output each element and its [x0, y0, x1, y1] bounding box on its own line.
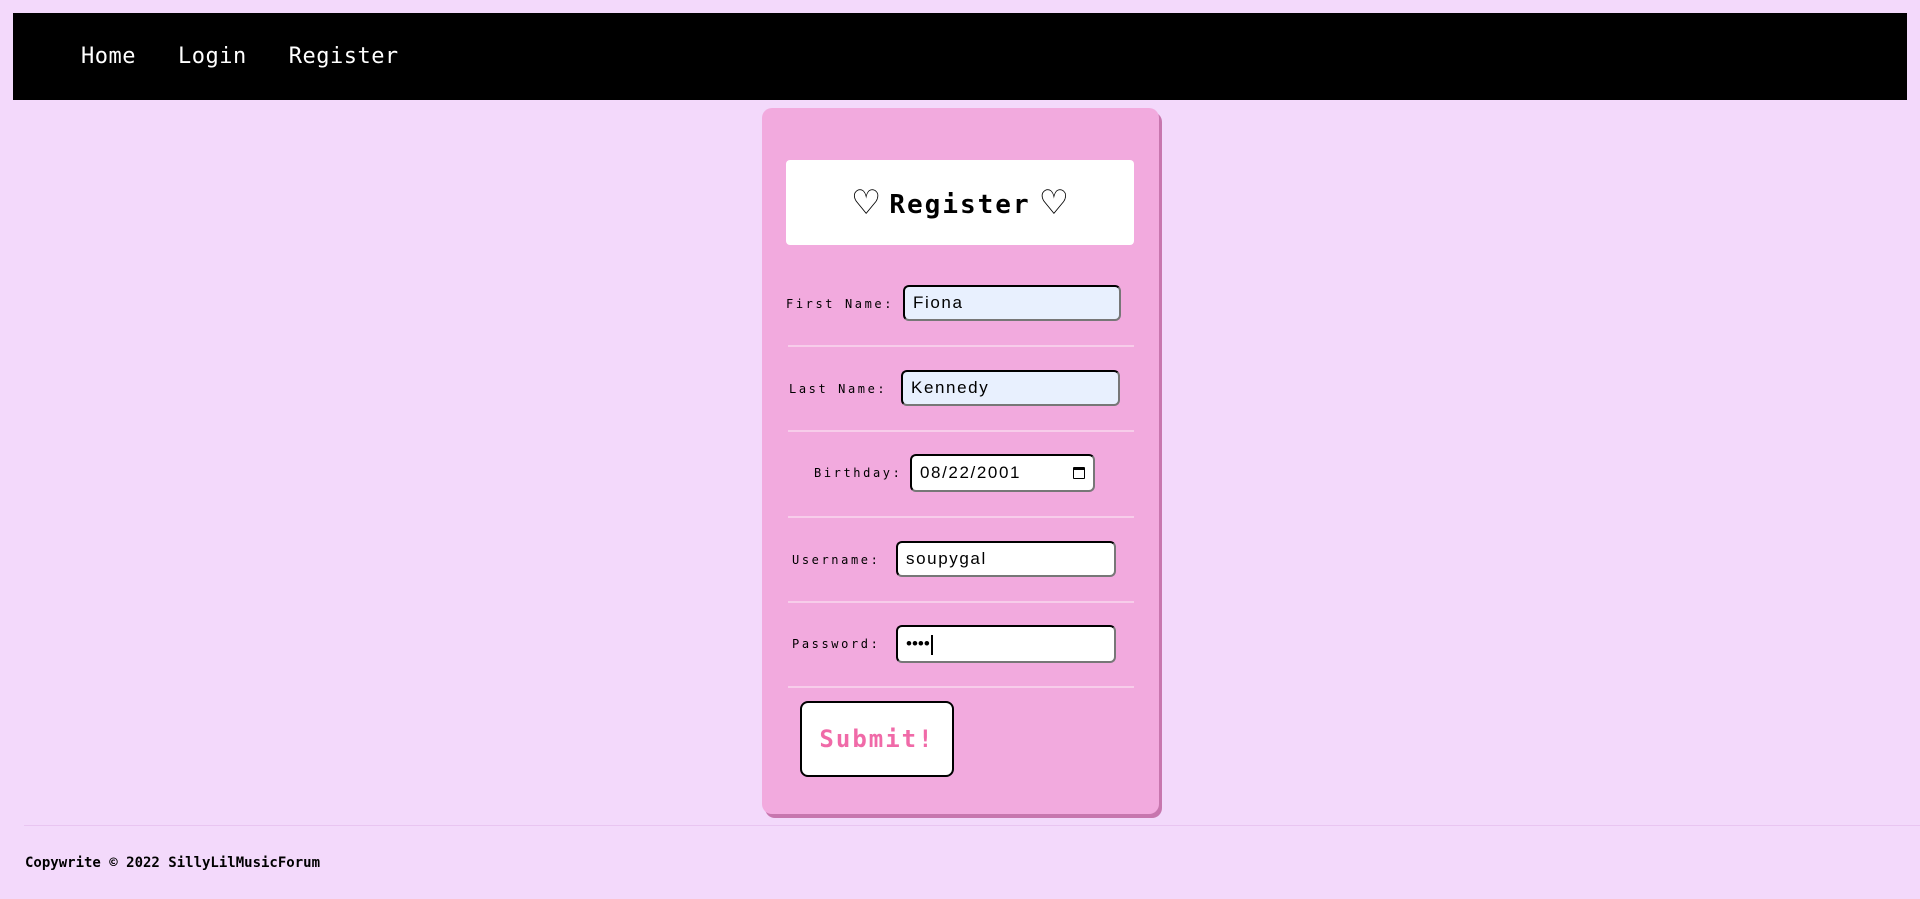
heart-icon: ♡: [1038, 182, 1070, 223]
divider: [788, 516, 1134, 518]
last-name-field[interactable]: [901, 370, 1120, 406]
birthday-field[interactable]: 08/22/2001: [910, 454, 1095, 492]
divider: [788, 345, 1134, 347]
divider: [788, 430, 1134, 432]
username-row: Username:: [786, 541, 1134, 581]
register-title: Register: [889, 189, 1031, 220]
heart-icon: ♡: [850, 182, 882, 223]
nav-home-link[interactable]: Home: [81, 44, 136, 69]
first-name-row: First Name:: [786, 285, 1134, 325]
nav-register-link[interactable]: Register: [289, 44, 399, 69]
username-label: Username:: [792, 553, 881, 567]
last-name-row: Last Name:: [786, 370, 1134, 410]
first-name-label: First Name:: [786, 297, 895, 311]
register-card: ♡ Register ♡ First Name: Last Name: Birt…: [762, 108, 1159, 814]
password-value: ••••: [906, 634, 930, 653]
register-header: ♡ Register ♡: [786, 160, 1134, 245]
submit-button[interactable]: Submit!: [800, 701, 954, 777]
divider: [788, 601, 1134, 603]
password-label: Password:: [792, 637, 881, 651]
footer-divider: [24, 825, 1920, 826]
birthday-value: 08/22/2001: [920, 463, 1022, 482]
nav-login-link[interactable]: Login: [178, 44, 247, 69]
text-cursor: [930, 634, 933, 655]
birthday-label: Birthday:: [814, 466, 903, 480]
birthday-row: Birthday: 08/22/2001: [786, 454, 1134, 494]
divider: [788, 686, 1134, 688]
last-name-label: Last Name:: [789, 382, 888, 396]
username-field[interactable]: [896, 541, 1116, 577]
calendar-icon[interactable]: [1073, 467, 1085, 479]
footer-copyright: Copywrite © 2022 SillyLilMusicForum: [25, 855, 321, 871]
first-name-field[interactable]: [903, 285, 1121, 321]
navbar: Home Login Register: [13, 13, 1907, 100]
password-row: Password: ••••: [786, 625, 1134, 665]
password-field[interactable]: ••••: [896, 625, 1116, 663]
